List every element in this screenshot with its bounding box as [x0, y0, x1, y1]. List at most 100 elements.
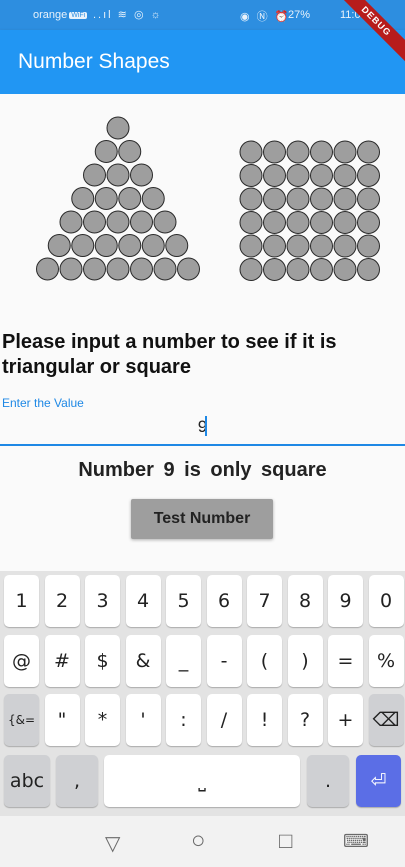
- square-dot: [286, 234, 310, 258]
- key-row1-8[interactable]: 9: [328, 575, 363, 627]
- square-dot: [239, 211, 263, 234]
- key-row1-4[interactable]: 5: [166, 575, 201, 627]
- square-dot: [310, 187, 333, 211]
- square-dot: [333, 187, 357, 211]
- triangle-dot: [83, 210, 106, 234]
- status-bar: orange WiFi ..ıl ≋ ◎ ☼ ◉ Ⓝ ⏰ 27% 11:0: [0, 0, 405, 30]
- key-row3-2[interactable]: *: [85, 694, 120, 746]
- square-dot: [286, 140, 310, 164]
- triangle-dot: [165, 234, 189, 257]
- period-key[interactable]: .: [307, 755, 349, 807]
- home-icon[interactable]: ○: [191, 827, 206, 855]
- triangle-dot: [83, 163, 106, 187]
- back-icon[interactable]: ▽: [105, 831, 120, 856]
- triangle-dot: [130, 257, 153, 281]
- key-row2-5[interactable]: -: [206, 635, 242, 687]
- symbols-page-key[interactable]: {&=: [4, 694, 39, 746]
- battery-level: 27%: [288, 9, 311, 21]
- key-row3-7[interactable]: ?: [287, 694, 323, 746]
- square-dots: [239, 140, 380, 281]
- key-row2-0[interactable]: @: [4, 635, 39, 687]
- key-row2-7[interactable]: ): [287, 635, 323, 687]
- triangle-dots: [36, 116, 200, 281]
- key-row2-1[interactable]: #: [44, 635, 80, 687]
- square-dot: [263, 140, 286, 164]
- triangle-dot: [130, 210, 153, 234]
- square-dot: [286, 258, 310, 281]
- key-row3-8[interactable]: +: [328, 694, 363, 746]
- key-row3-1[interactable]: ": [44, 694, 80, 746]
- recents-icon[interactable]: □: [279, 828, 292, 854]
- square-dot: [263, 258, 286, 281]
- triangle-dot: [141, 234, 165, 257]
- triangle-dot: [118, 187, 142, 210]
- square-dot: [239, 234, 263, 258]
- key-row2-8[interactable]: =: [328, 635, 363, 687]
- enter-icon[interactable]: ⏎: [356, 755, 401, 807]
- square-dot: [239, 164, 263, 187]
- square-dot: [239, 258, 263, 281]
- input-label: Enter the Value: [2, 396, 84, 410]
- square-dot: [333, 234, 357, 258]
- key-row3-6[interactable]: !: [247, 694, 282, 746]
- square-dot: [357, 211, 380, 234]
- square-dot: [239, 187, 263, 211]
- carrier-name: orange WiFi: [33, 9, 88, 21]
- triangle-dot: [94, 187, 118, 210]
- key-row1-5[interactable]: 6: [206, 575, 242, 627]
- carrier-wifi-badge: WiFi: [69, 12, 88, 19]
- abc-key[interactable]: abc: [4, 755, 50, 807]
- key-row2-2[interactable]: $: [85, 635, 120, 687]
- triangle-dot: [71, 187, 95, 210]
- space-key[interactable]: ⎵: [104, 755, 300, 807]
- text-cursor: [205, 416, 207, 436]
- square-dot: [357, 187, 380, 211]
- triangle-dot: [71, 234, 95, 257]
- backspace-icon[interactable]: ⌫: [368, 694, 404, 746]
- triangle-dot: [177, 257, 200, 281]
- signal-wifi-icons: ..ıl ≋ ◎ ☼: [93, 9, 163, 21]
- key-row1-0[interactable]: 1: [4, 575, 39, 627]
- triangle-dot: [106, 116, 130, 140]
- key-row1-3[interactable]: 4: [125, 575, 161, 627]
- square-dot: [263, 187, 286, 211]
- key-row3-5[interactable]: /: [206, 694, 242, 746]
- triangle-dot: [106, 163, 130, 187]
- keyboard-switch-icon[interactable]: ⌨: [343, 831, 369, 852]
- app-title: Number Shapes: [18, 50, 170, 73]
- triangle-dot: [118, 140, 142, 163]
- square-dot: [310, 164, 333, 187]
- key-row2-9[interactable]: %: [368, 635, 404, 687]
- square-dot: [310, 140, 333, 164]
- triangle-dot: [106, 257, 130, 281]
- key-row1-6[interactable]: 7: [247, 575, 282, 627]
- key-row1-1[interactable]: 2: [44, 575, 80, 627]
- triangle-dot: [59, 257, 83, 281]
- square-dot: [263, 211, 286, 234]
- triangle-dot: [106, 210, 130, 234]
- key-row2-4[interactable]: _: [166, 635, 201, 687]
- square-dot: [239, 140, 263, 164]
- key-row1-2[interactable]: 3: [85, 575, 120, 627]
- square-dot: [310, 211, 333, 234]
- instruction-text: Please input a number to see if it is tr…: [2, 331, 337, 378]
- triangle-dot: [130, 163, 153, 187]
- app-bar: Number Shapes: [0, 30, 405, 94]
- number-input[interactable]: [0, 410, 405, 446]
- square-dot: [357, 258, 380, 281]
- key-row3-3[interactable]: ': [125, 694, 161, 746]
- status-icons: ◉ Ⓝ ⏰: [240, 11, 291, 23]
- triangle-dot: [141, 187, 165, 210]
- key-row1-9[interactable]: 0: [368, 575, 404, 627]
- square-dot: [286, 211, 310, 234]
- key-row3-4[interactable]: :: [166, 694, 201, 746]
- key-row2-6[interactable]: (: [247, 635, 282, 687]
- comma-key[interactable]: ,: [56, 755, 98, 807]
- key-row2-3[interactable]: &: [125, 635, 161, 687]
- triangle-dot: [118, 234, 142, 257]
- square-dot: [333, 140, 357, 164]
- test-number-button[interactable]: Test Number: [131, 499, 273, 539]
- square-dot: [357, 164, 380, 187]
- key-row1-7[interactable]: 8: [287, 575, 323, 627]
- main-content: Please input a number to see if it is tr…: [0, 94, 405, 571]
